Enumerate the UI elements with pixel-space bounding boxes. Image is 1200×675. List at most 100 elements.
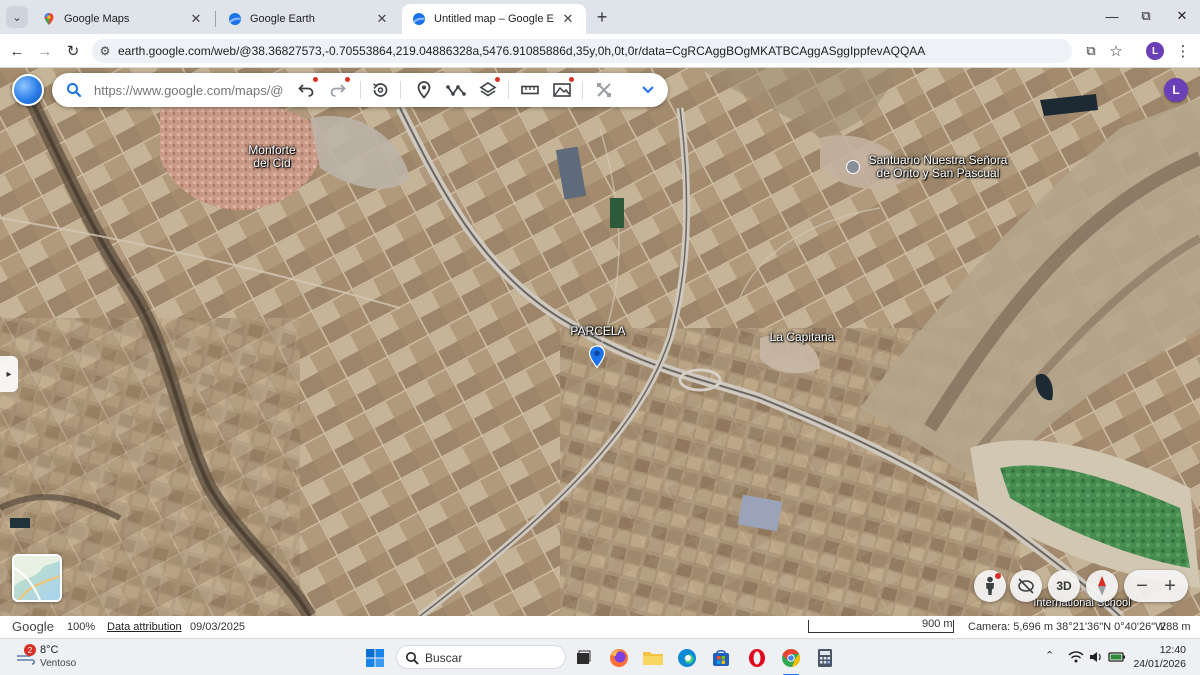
arrow-right-icon: → bbox=[37, 42, 53, 60]
tray-overflow-chevron-icon[interactable]: ⌃ bbox=[1045, 649, 1054, 662]
chrome-app[interactable] bbox=[778, 645, 804, 675]
layers-button[interactable] bbox=[476, 77, 500, 101]
draw-path-button[interactable] bbox=[444, 79, 468, 101]
calculator-app[interactable] bbox=[812, 645, 838, 671]
folder-icon bbox=[643, 652, 663, 665]
opera-icon bbox=[749, 649, 765, 667]
tab-google-maps[interactable]: Google Maps ✕ bbox=[32, 4, 214, 34]
system-clock[interactable]: 12:40 24/01/2026 bbox=[1133, 643, 1186, 671]
taskbar-search-box[interactable]: Buscar bbox=[396, 645, 566, 669]
compass-button[interactable] bbox=[1086, 570, 1118, 602]
google-earth-logo[interactable] bbox=[12, 74, 44, 106]
url-bar[interactable]: ⚙ earth.google.com/web/@38.36827573,-0.7… bbox=[92, 39, 1072, 63]
reload-button[interactable]: ↻ bbox=[62, 40, 84, 62]
close-icon[interactable]: ✕ bbox=[188, 11, 204, 27]
street-view-button[interactable] bbox=[974, 570, 1006, 602]
minimize-button[interactable]: — bbox=[1100, 6, 1124, 26]
back-button[interactable]: ← bbox=[6, 40, 28, 62]
add-placemark-button[interactable] bbox=[412, 79, 436, 101]
store-app[interactable] bbox=[708, 645, 734, 671]
task-view-icon bbox=[577, 650, 591, 664]
map-label-sanctuary[interactable]: Santuario Nuestra Señora de Orito y San … bbox=[848, 154, 1028, 180]
data-attribution-link[interactable]: Data attribution bbox=[107, 621, 182, 633]
notification-dot bbox=[313, 77, 318, 82]
install-app-button[interactable]: ⧉ bbox=[1080, 40, 1102, 62]
camera-altitude: Camera: 5,696 m bbox=[968, 621, 1053, 633]
chevron-down-icon bbox=[642, 86, 654, 94]
tab-label: Google Maps bbox=[64, 13, 130, 25]
bookmark-button[interactable]: ☆ bbox=[1105, 40, 1127, 62]
map-layer-thumbnail[interactable] bbox=[12, 554, 62, 602]
restore-button[interactable]: ⧉ bbox=[1134, 6, 1158, 26]
start-button[interactable] bbox=[362, 645, 388, 671]
forward-button[interactable]: → bbox=[34, 40, 56, 62]
measure-button[interactable] bbox=[518, 79, 542, 101]
profile-avatar[interactable]: L bbox=[1146, 42, 1164, 60]
weather-alert-badge: 2 bbox=[24, 644, 36, 656]
imagery-date: 09/03/2025 bbox=[190, 621, 246, 633]
store-icon bbox=[713, 649, 729, 666]
weather-widget[interactable]: 2 8°C Ventoso bbox=[14, 642, 104, 672]
cursor-elevation: 288 m bbox=[1160, 621, 1191, 633]
undo-button[interactable] bbox=[294, 77, 318, 101]
map-label-la-capitana[interactable]: La Capitana bbox=[760, 331, 844, 344]
map-style-button[interactable] bbox=[550, 77, 574, 101]
redo-icon bbox=[330, 84, 346, 97]
history-button[interactable] bbox=[368, 79, 392, 101]
opera-app[interactable] bbox=[744, 645, 770, 671]
chrome-icon bbox=[782, 648, 800, 667]
toolbar-divider bbox=[360, 81, 361, 99]
notification-dot bbox=[495, 77, 500, 82]
file-explorer-app[interactable] bbox=[640, 645, 666, 671]
toggle-3d-button[interactable]: 3D bbox=[1048, 570, 1080, 602]
zoom-in-button[interactable]: + bbox=[1158, 574, 1182, 598]
account-avatar[interactable]: L bbox=[1164, 78, 1188, 102]
map-label-school[interactable]: International School bbox=[1026, 597, 1138, 610]
tilt-button[interactable] bbox=[1010, 570, 1042, 602]
wifi-icon[interactable] bbox=[1068, 650, 1084, 664]
close-window-button[interactable]: ✕ bbox=[1170, 6, 1194, 26]
tab-untitled-map[interactable]: Untitled map – Google Earth ✕ bbox=[402, 4, 586, 34]
undo-icon bbox=[298, 84, 314, 97]
site-settings-icon[interactable]: ⚙ bbox=[92, 44, 118, 58]
tab-search-button[interactable]: ⌄ bbox=[6, 6, 28, 28]
side-panel-toggle[interactable]: ▸ bbox=[0, 356, 18, 392]
tab-google-earth[interactable]: Google Earth ✕ bbox=[218, 4, 400, 34]
battery-icon[interactable] bbox=[1108, 651, 1126, 663]
minimize-icon: — bbox=[1105, 8, 1119, 24]
search-icon bbox=[406, 652, 419, 665]
firefox-app[interactable] bbox=[606, 645, 632, 671]
layers-icon bbox=[479, 82, 497, 97]
notification-dot bbox=[569, 77, 574, 82]
satellite-imagery[interactable] bbox=[0, 68, 1200, 616]
volume-icon[interactable] bbox=[1088, 650, 1104, 664]
earth-map-viewport[interactable]: Monforte del Cid Santuario Nuestra Señor… bbox=[0, 68, 1200, 616]
landmark-icon[interactable] bbox=[846, 160, 860, 174]
clock-date: 24/01/2026 bbox=[1133, 658, 1186, 670]
compass-icon bbox=[1098, 576, 1106, 596]
close-icon[interactable]: ✕ bbox=[560, 11, 576, 27]
close-icon[interactable]: ✕ bbox=[374, 11, 390, 27]
cursor-coordinates: 38°21'36"N 0°40'26"W bbox=[1056, 621, 1166, 633]
search-icon[interactable] bbox=[66, 82, 82, 98]
toolbar-divider bbox=[582, 81, 583, 99]
toolbar-divider bbox=[508, 81, 509, 99]
expand-toolbar-button[interactable] bbox=[636, 79, 660, 101]
zoom-out-button[interactable]: − bbox=[1130, 574, 1154, 598]
search-input[interactable] bbox=[94, 79, 284, 101]
arrow-left-icon: ← bbox=[9, 42, 25, 60]
map-label-monforte[interactable]: Monforte del Cid bbox=[236, 144, 308, 170]
tab-label: Google Earth bbox=[250, 13, 315, 25]
tools-button[interactable] bbox=[592, 79, 616, 101]
new-tab-button[interactable]: + bbox=[592, 7, 612, 27]
edge-app[interactable] bbox=[674, 645, 700, 671]
redo-button[interactable] bbox=[326, 77, 350, 101]
ruler-icon bbox=[521, 85, 539, 95]
calculator-icon bbox=[818, 649, 832, 667]
browser-menu-button[interactable]: ⋮ bbox=[1172, 40, 1194, 62]
windows-logo-icon bbox=[366, 649, 384, 667]
task-view-button[interactable] bbox=[570, 645, 596, 671]
placemark-pin-icon[interactable] bbox=[588, 345, 606, 369]
map-label-parcela[interactable]: PARCELA bbox=[564, 325, 632, 338]
toolbar-divider bbox=[400, 81, 401, 99]
